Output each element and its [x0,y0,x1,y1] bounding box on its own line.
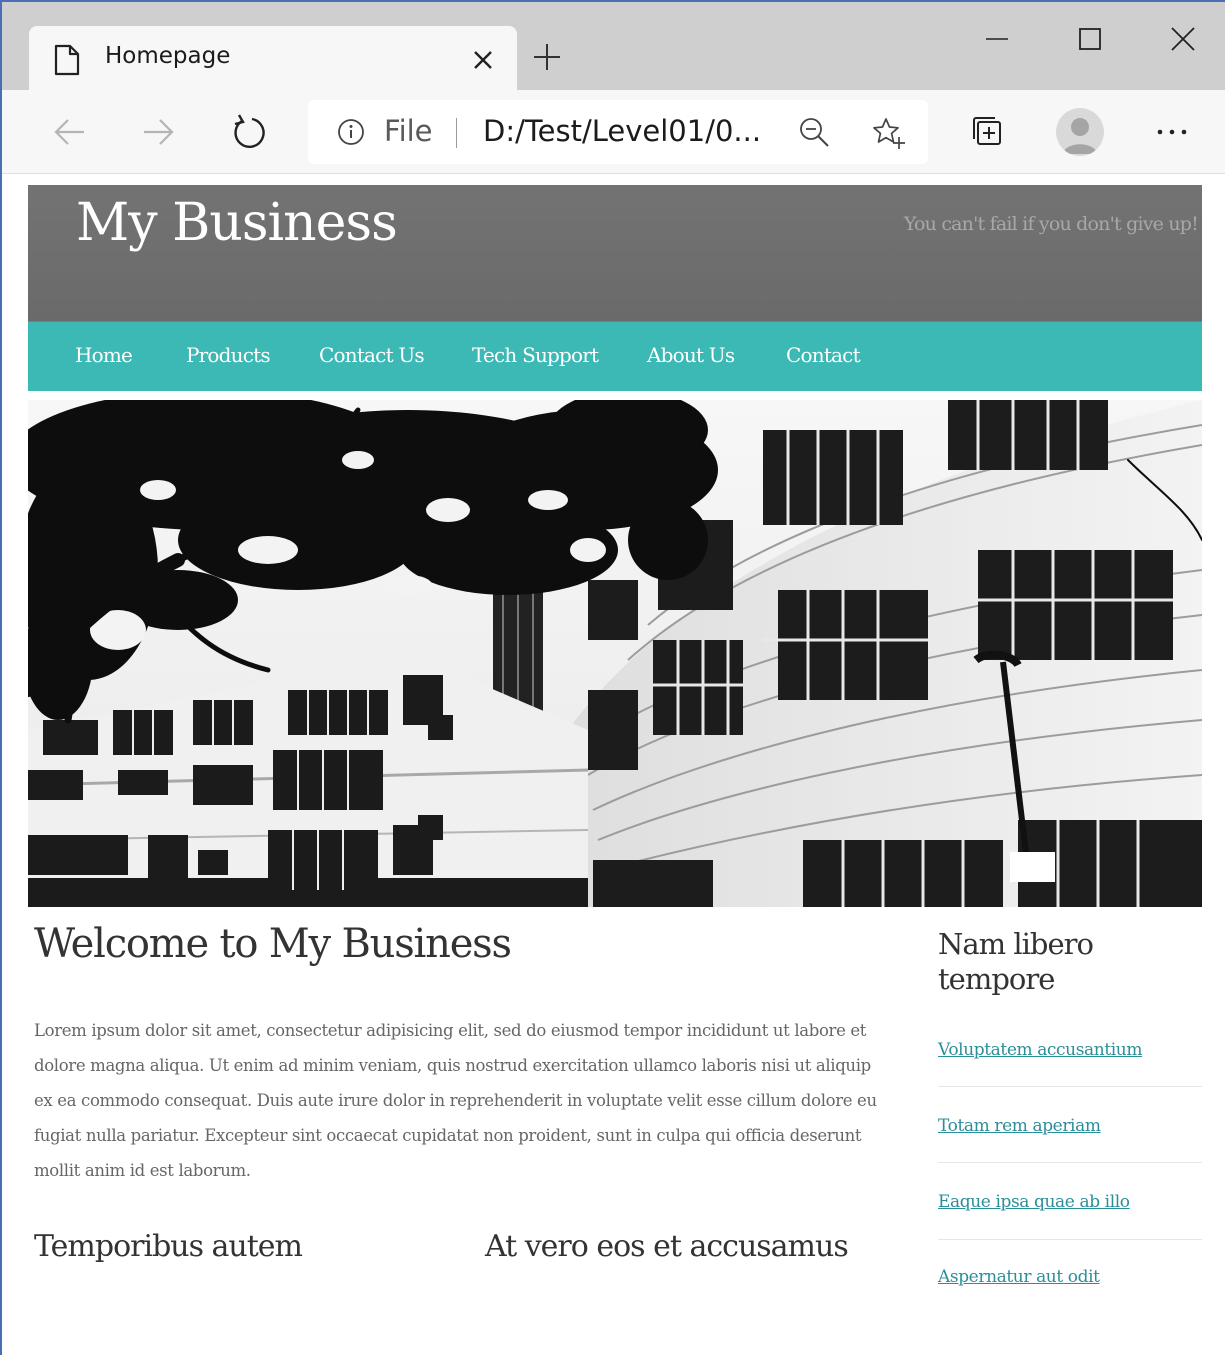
hero-image [28,400,1202,907]
sidebar-divider [938,1086,1202,1087]
nav-link-products[interactable]: Products [186,343,271,367]
zoom-out-icon[interactable] [798,116,830,148]
sidebar-link-eaque[interactable]: Eaque ipsa quae ab illo [938,1192,1130,1212]
address-bar[interactable]: File D:/Test/Level01/0... [308,100,928,164]
browser-window: Homepage File D:/Test/Level01/0... My Bu… [0,0,1225,1355]
avatar[interactable] [1056,108,1104,156]
avatar-icon [1063,118,1097,154]
hero-building-photo [28,400,1202,907]
sidebar-heading: Nam libero tempore [938,927,1094,996]
sidebar-link-aspernatur[interactable]: Aspernatur aut odit [938,1267,1100,1287]
sidebar-divider [938,1162,1202,1163]
star-plus-icon[interactable] [872,116,906,150]
maximize-icon[interactable] [1075,24,1105,54]
document-icon [54,44,80,76]
nav-link-about-us[interactable]: About Us [647,343,735,367]
subheading-temporibus: Temporibus autem [34,1229,303,1264]
subheading-at-vero: At vero eos et accusamus [485,1229,849,1264]
info-icon[interactable] [336,117,366,147]
nav-link-home[interactable]: Home [75,343,133,367]
sidebar-link-totam[interactable]: Totam rem aperiam [938,1116,1101,1136]
refresh-icon[interactable] [228,112,268,152]
tab-title: Homepage [105,43,231,69]
tab-strip: Homepage [2,2,1225,92]
site-header: My Business You can't fail if you don't … [28,185,1202,321]
scheme-label: File [384,114,433,148]
window-close-icon[interactable] [1168,24,1198,54]
arrow-right-icon[interactable] [138,112,178,152]
nav-link-contact[interactable]: Contact [786,343,861,367]
site-slogan: You can't fail if you don't give up! [903,213,1199,235]
minimize-icon[interactable] [982,24,1012,54]
sidebar-link-voluptatem[interactable]: Voluptatem accusantium [938,1040,1142,1060]
intro-paragraph: Lorem ipsum dolor sit amet, consectetur … [34,1021,877,1180]
sidebar-divider [938,1239,1202,1240]
plus-icon[interactable] [532,42,562,72]
browser-tab[interactable]: Homepage [29,26,517,92]
nav-link-contact-us[interactable]: Contact Us [319,343,425,367]
welcome-heading: Welcome to My Business [34,921,512,967]
arrow-left-icon[interactable] [50,112,90,152]
collections-icon[interactable] [970,114,1004,148]
nav-link-tech-support[interactable]: Tech Support [472,343,599,367]
close-icon[interactable] [469,46,497,74]
ellipsis-icon[interactable] [1154,120,1190,144]
url-text[interactable]: D:/Test/Level01/0... [483,114,761,148]
browser-toolbar: File D:/Test/Level01/0... [2,90,1225,174]
site-title[interactable]: My Business [76,193,398,253]
site-nav: Home Products Contact Us Tech Support Ab… [28,321,1202,391]
address-divider [456,118,457,148]
